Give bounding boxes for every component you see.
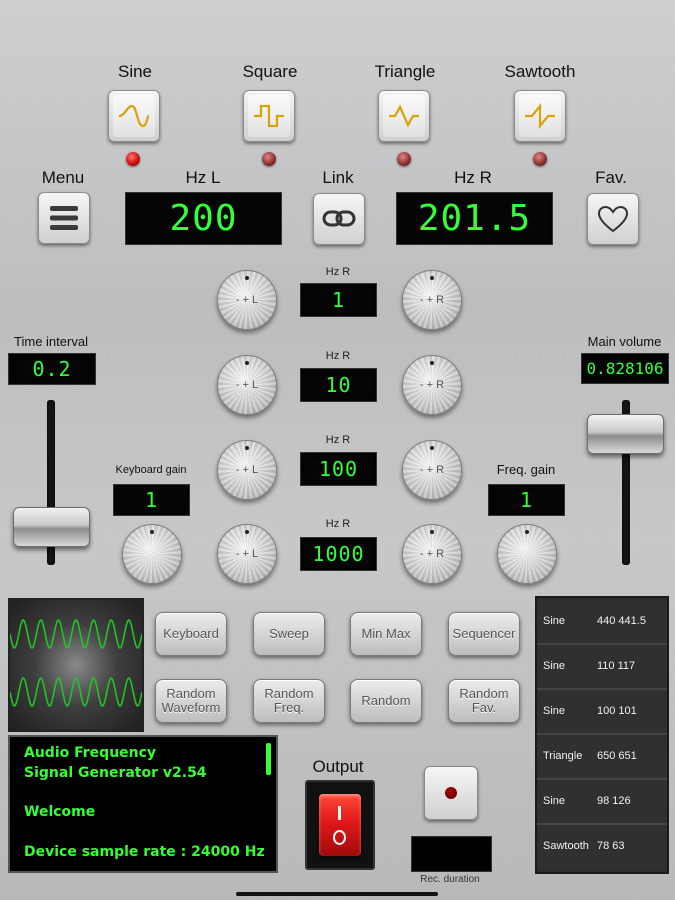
oscilloscope xyxy=(8,598,144,732)
square-button[interactable] xyxy=(243,90,295,142)
terminal-line: Welcome xyxy=(24,804,96,820)
hz-right-display[interactable]: 201.5 xyxy=(396,192,553,245)
favorite-item[interactable]: Triangle 650 651 xyxy=(537,735,667,780)
rec-duration-display xyxy=(411,836,492,872)
random-freq-button[interactable]: Random Freq. xyxy=(253,679,325,723)
step-100-left-knob[interactable]: - + L xyxy=(217,440,277,500)
step-10-display[interactable]: 10 xyxy=(300,368,377,402)
hamburger-icon xyxy=(50,206,78,230)
main-volume-slider-handle[interactable] xyxy=(587,414,664,454)
step-1000-label: Hz R xyxy=(325,518,351,530)
triangle-led xyxy=(397,152,411,166)
sequencer-button[interactable]: Sequencer xyxy=(448,612,520,656)
menu-button[interactable] xyxy=(38,192,90,244)
fav-label: Fav. xyxy=(595,168,627,187)
sawtooth-wave-icon xyxy=(525,103,555,129)
hz-left-label: Hz L xyxy=(185,168,221,187)
min-max-button[interactable]: Min Max xyxy=(350,612,422,656)
square-wave-icon xyxy=(254,104,284,128)
random-button[interactable]: Random xyxy=(350,679,422,723)
favorite-item[interactable]: Sine 98 126 xyxy=(537,780,667,825)
step-1-left-knob[interactable]: - + L xyxy=(217,270,277,330)
step-1000-left-knob[interactable]: - + L xyxy=(217,524,277,584)
record-icon xyxy=(445,787,457,799)
terminal-line: Signal Generator v2.54 xyxy=(24,765,207,781)
freq-gain-display[interactable]: 1 xyxy=(488,484,565,516)
favorite-item[interactable]: Sawtooth 78 63 xyxy=(537,825,667,868)
step-10-right-knob[interactable]: - + R xyxy=(402,355,462,415)
step-10-label: Hz R xyxy=(325,350,351,362)
oscilloscope-waveform xyxy=(9,618,143,708)
fav-button[interactable] xyxy=(587,193,639,245)
heart-icon xyxy=(597,205,629,233)
time-interval-slider-handle[interactable] xyxy=(13,507,90,547)
link-label: Link xyxy=(322,168,354,187)
step-1-display[interactable]: 1 xyxy=(300,283,377,317)
sawtooth-led xyxy=(533,152,547,166)
sine-button[interactable] xyxy=(108,90,160,142)
link-icon xyxy=(322,210,356,227)
hz-right-label: Hz R xyxy=(454,168,492,187)
favorite-item[interactable]: Sine 100 101 xyxy=(537,690,667,735)
keyboard-gain-knob[interactable] xyxy=(122,524,182,584)
freq-gain-knob[interactable] xyxy=(497,524,557,584)
power-toggle-icon xyxy=(319,794,361,856)
keyboard-gain-display[interactable]: 1 xyxy=(113,484,190,516)
menu-label: Menu xyxy=(41,168,85,187)
random-waveform-button[interactable]: Random Waveform xyxy=(155,679,227,723)
step-100-label: Hz R xyxy=(325,434,351,446)
terminal-line: Device sample rate : 24000 Hz xyxy=(24,844,265,860)
time-interval-label: Time interval xyxy=(14,334,88,349)
output-switch[interactable] xyxy=(305,780,375,870)
step-1-label: Hz R xyxy=(325,266,351,278)
keyboard-gain-label: Keyboard gain xyxy=(115,464,187,476)
favorites-list: Sine 440 441.5 Sine 110 117 Sine 100 101 Tr… xyxy=(535,596,669,874)
record-button[interactable] xyxy=(424,766,478,820)
home-indicator[interactable] xyxy=(236,892,438,896)
step-10-left-knob[interactable]: - + L xyxy=(217,355,277,415)
hz-left-display[interactable]: 200 xyxy=(125,192,282,245)
random-fav-button[interactable]: Random Fav. xyxy=(448,679,520,723)
triangle-wave-icon xyxy=(389,104,419,128)
favorite-item[interactable]: Sine 440 441.5 xyxy=(537,600,667,645)
step-1-right-knob[interactable]: - + R xyxy=(402,270,462,330)
main-volume-label: Main volume xyxy=(587,334,662,349)
triangle-button[interactable] xyxy=(378,90,430,142)
step-1000-display[interactable]: 1000 xyxy=(300,537,377,571)
signal-generator-app: Sine Square Triangle Sawtooth Menu Hz L … xyxy=(0,0,675,900)
step-100-display[interactable]: 100 xyxy=(300,452,377,486)
step-1000-right-knob[interactable]: - + R xyxy=(402,524,462,584)
link-button[interactable] xyxy=(313,193,365,245)
sawtooth-button[interactable] xyxy=(514,90,566,142)
square-led xyxy=(262,152,276,166)
time-interval-display[interactable]: 0.2 xyxy=(8,353,96,385)
sweep-button[interactable]: Sweep xyxy=(253,612,325,656)
favorite-item[interactable]: Sine 110 117 xyxy=(537,645,667,690)
freq-gain-label: Freq. gain xyxy=(496,462,556,477)
waveform-label-sine: Sine xyxy=(117,62,153,81)
terminal-scrollbar[interactable] xyxy=(266,743,271,775)
terminal-line: Audio Frequency xyxy=(24,745,157,761)
sine-led xyxy=(126,152,140,166)
waveform-label-square: Square xyxy=(242,62,298,81)
output-label: Output xyxy=(312,757,364,776)
rec-duration-label: Rec. duration xyxy=(420,874,480,885)
sine-wave-icon xyxy=(118,104,150,128)
step-100-right-knob[interactable]: - + R xyxy=(402,440,462,500)
waveform-label-triangle: Triangle xyxy=(374,62,436,81)
keyboard-button[interactable]: Keyboard xyxy=(155,612,227,656)
status-terminal: Audio Frequency Signal Generator v2.54 W… xyxy=(8,735,278,873)
waveform-label-sawtooth: Sawtooth xyxy=(504,62,576,81)
main-volume-display[interactable]: 0.828106 xyxy=(581,353,669,384)
